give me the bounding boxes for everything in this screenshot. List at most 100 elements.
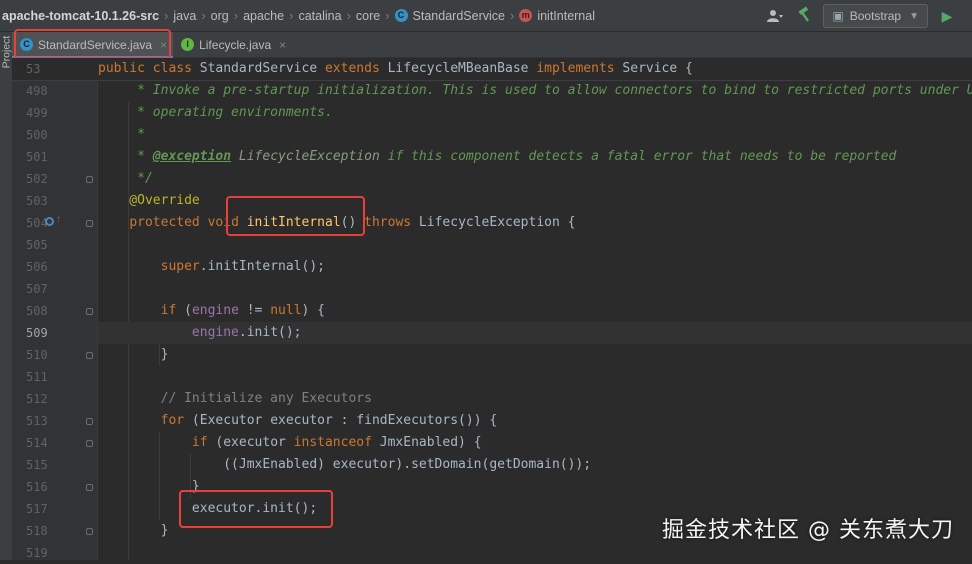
code-line[interactable]: 516 } — [12, 476, 972, 498]
breadcrumb-separator: › — [385, 8, 390, 23]
code-line[interactable]: 506 super.initInternal(); — [12, 256, 972, 278]
code-line[interactable]: 519 — [12, 542, 972, 564]
breadcrumb-org[interactable]: org — [211, 0, 229, 32]
line-number: 517 — [26, 502, 48, 516]
breadcrumb-apache[interactable]: apache — [243, 0, 284, 32]
code-line[interactable]: 501 * @exception LifecycleException if t… — [12, 146, 972, 168]
run-configuration-label: Bootstrap — [849, 9, 902, 23]
project-tool-button[interactable]: Project — [0, 36, 12, 69]
line-number: 500 — [26, 128, 48, 142]
tab-lifecycle[interactable]: I Lifecycle.java × — [173, 32, 292, 58]
fold-icon[interactable] — [86, 308, 93, 315]
line-text: ((JmxEnabled) executor).setDomain(getDom… — [98, 457, 592, 472]
method-icon: m — [519, 9, 533, 22]
toolbar-right: ▣ Bootstrap ▼ ▶ — [767, 0, 972, 32]
line-text: */ — [98, 171, 153, 186]
fold-icon[interactable] — [86, 220, 93, 227]
configuration-icon: ▣ — [832, 9, 844, 23]
line-number: 503 — [26, 194, 48, 208]
sticky-code: public class StandardService extends Lif… — [98, 61, 693, 76]
line-text: for (Executor executor : findExecutors()… — [160, 413, 498, 428]
code-line[interactable]: 500 * — [12, 124, 972, 146]
line-number: 518 — [26, 524, 48, 538]
class-icon: C — [394, 9, 408, 22]
breadcrumb-class[interactable]: C StandardService — [394, 0, 505, 32]
line-number: 516 — [26, 480, 48, 494]
line-number: 502 — [26, 172, 48, 186]
breadcrumb-catalina[interactable]: catalina — [298, 0, 341, 32]
code-line[interactable]: 505 — [12, 234, 972, 256]
fold-icon[interactable] — [86, 418, 93, 425]
highlight-box-tab — [14, 29, 171, 59]
chevron-down-icon: ▼ — [909, 10, 919, 22]
line-number: 501 — [26, 150, 48, 164]
watermark: 掘金技术社区 @ 关东煮大刀 — [662, 518, 954, 543]
code-line-current[interactable]: 509 engine.init(); — [12, 322, 972, 344]
code-editor[interactable]: 53 public class StandardService extends … — [12, 58, 972, 560]
line-number: 506 — [26, 260, 48, 274]
hammer-icon[interactable] — [797, 6, 813, 26]
line-text: * — [98, 127, 145, 142]
line-number: 519 — [26, 546, 48, 560]
line-text: @Override — [98, 193, 200, 208]
up-arrow-icon[interactable]: ↑ — [56, 215, 61, 225]
code-line[interactable]: 502 */ — [12, 168, 972, 190]
code-line[interactable]: 498 * Invoke a pre-startup initializatio… — [12, 80, 972, 102]
code-line[interactable]: 513 for (Executor executor : findExecuto… — [12, 410, 972, 432]
line-text: if (engine != null) { — [160, 303, 326, 318]
breadcrumb-class-label: StandardService — [412, 8, 505, 23]
code-line[interactable]: 511 — [12, 366, 972, 388]
code-line[interactable]: 510 } — [12, 344, 972, 366]
line-text: } — [98, 347, 169, 362]
line-text: if (executor instanceof JmxEnabled) { — [191, 435, 482, 450]
code-line[interactable]: 515 ((JmxEnabled) executor).setDomain(ge… — [12, 454, 972, 476]
code-line[interactable]: 507 — [12, 278, 972, 300]
navigation-bar: apache-tomcat-10.1.26-src › java › org ›… — [0, 0, 972, 32]
tab-label: Lifecycle.java — [199, 37, 272, 52]
breadcrumb-java[interactable]: java — [173, 0, 196, 32]
breadcrumb-method[interactable]: m initInternal — [519, 0, 595, 32]
line-text: * Invoke a pre-startup initialization. T… — [98, 83, 972, 98]
breadcrumb-core[interactable]: core — [356, 0, 380, 32]
breadcrumb-separator: › — [201, 8, 206, 23]
line-text: engine.init(); — [191, 325, 302, 340]
sticky-class-header[interactable]: 53 public class StandardService extends … — [12, 58, 972, 81]
line-text: * @exception LifecycleException if this … — [98, 149, 897, 164]
code-line[interactable]: 512 // Initialize any Executors — [12, 388, 972, 410]
line-number: 509 — [26, 326, 48, 340]
highlight-box-initinternal — [226, 196, 365, 236]
line-number: 507 — [26, 282, 48, 296]
fold-icon[interactable] — [86, 484, 93, 491]
line-number: 510 — [26, 348, 48, 362]
line-number: 514 — [26, 436, 48, 450]
line-number: 498 — [26, 84, 48, 98]
code-line[interactable]: 503 @Override — [12, 190, 972, 212]
code-line[interactable]: 504 ↑ protected void initInternal() thro… — [12, 212, 972, 234]
close-icon[interactable]: × — [279, 38, 286, 52]
fold-icon[interactable] — [86, 440, 93, 447]
code-line[interactable]: 508 if (engine != null) { — [12, 300, 972, 322]
user-icon[interactable] — [767, 9, 784, 23]
fold-icon[interactable] — [86, 352, 93, 359]
breadcrumb-separator: › — [509, 8, 515, 23]
code-line[interactable]: 514 if (executor instanceof JmxEnabled) … — [12, 432, 972, 454]
line-number: 513 — [26, 414, 48, 428]
line-text: * operating environments. — [98, 105, 333, 120]
code-line[interactable]: 499 * operating environments. — [12, 102, 972, 124]
line-text: // Initialize any Executors — [98, 391, 372, 406]
line-number: 505 — [26, 238, 48, 252]
breadcrumb-separator: › — [346, 8, 351, 23]
line-number: 511 — [26, 370, 48, 384]
breadcrumb-project[interactable]: apache-tomcat-10.1.26-src — [0, 0, 159, 32]
line-number: 53 — [26, 62, 41, 76]
fold-icon[interactable] — [86, 528, 93, 535]
breadcrumb-separator: › — [233, 8, 239, 23]
run-configuration-select[interactable]: ▣ Bootstrap ▼ — [823, 4, 928, 28]
run-icon[interactable]: ▶ — [936, 5, 958, 27]
highlight-box-executor-init — [179, 490, 333, 528]
interface-icon: I — [181, 38, 195, 51]
breadcrumb-method-label: initInternal — [537, 8, 595, 23]
fold-icon[interactable] — [86, 176, 93, 183]
override-icon[interactable] — [45, 217, 54, 226]
line-text: super.initInternal(); — [160, 259, 325, 274]
